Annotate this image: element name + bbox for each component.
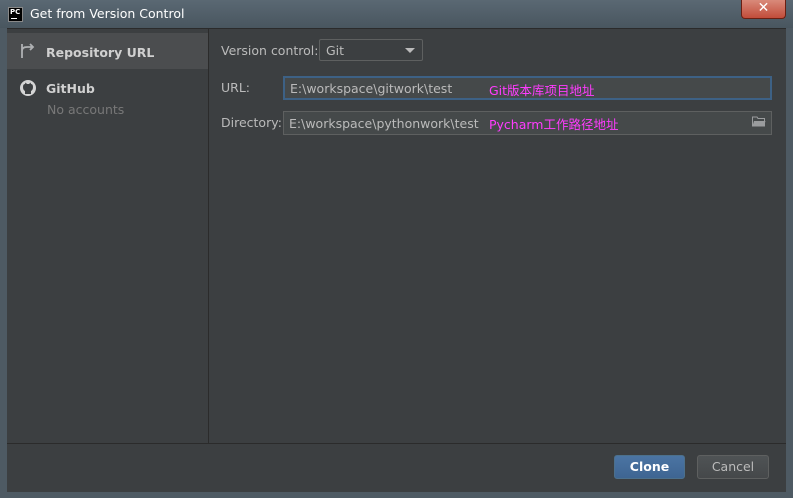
github-icon — [20, 80, 36, 96]
chevron-down-icon — [405, 48, 415, 53]
directory-annotation: Pycharm工作路径地址 — [489, 117, 619, 132]
title-bar[interactable]: PC Get from Version Control ✕ — [0, 0, 793, 29]
clone-button[interactable]: Clone — [614, 455, 685, 479]
sidebar-item-sublabel: No accounts — [47, 102, 125, 117]
pycharm-app-icon: PC — [8, 7, 23, 22]
repository-url-icon — [21, 43, 35, 58]
sidebar-item-label: GitHub — [46, 81, 95, 96]
directory-label: Directory: — [221, 115, 282, 130]
browse-folder-icon[interactable] — [752, 116, 766, 127]
sidebar-item-label: Repository URL — [46, 45, 155, 60]
sidebar: Repository URL GitHub No accounts — [7, 29, 209, 443]
sidebar-item-github[interactable]: GitHub No accounts — [7, 73, 208, 119]
version-control-value: Git — [326, 43, 345, 58]
url-annotation: Git版本库项目地址 — [489, 83, 595, 98]
version-control-label: Version control: — [221, 43, 319, 58]
version-control-select[interactable]: Git — [319, 39, 423, 61]
cancel-button[interactable]: Cancel — [697, 455, 769, 479]
window-close-button[interactable]: ✕ — [741, 0, 786, 19]
url-label: URL: — [221, 80, 251, 95]
window-title: Get from Version Control — [30, 6, 185, 21]
sidebar-item-repository-url[interactable]: Repository URL — [7, 33, 208, 69]
close-icon: ✕ — [757, 0, 770, 16]
